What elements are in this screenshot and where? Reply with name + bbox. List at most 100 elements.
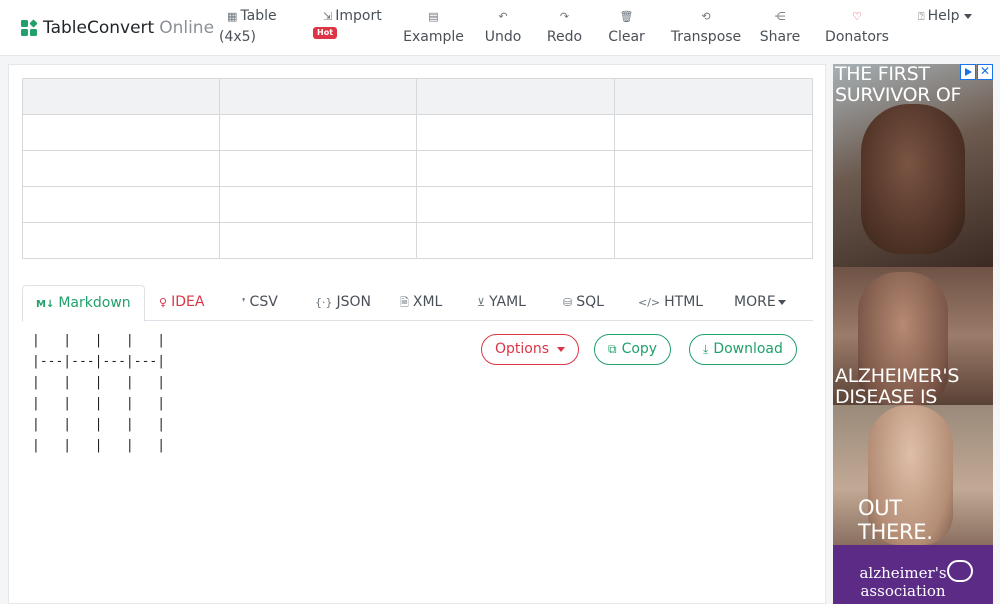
brand-logo[interactable]: TableConvert Online bbox=[21, 17, 214, 39]
options-button[interactable]: Options bbox=[481, 334, 580, 365]
nav-help-dropdown[interactable]: ⍰ Help bbox=[918, 6, 972, 27]
table-header-cell[interactable] bbox=[416, 78, 615, 115]
tab-markdown[interactable]: M↓ Markdown bbox=[22, 285, 145, 322]
tab-idea-label: IDEA bbox=[171, 294, 205, 310]
database-icon: ⛁ bbox=[563, 296, 573, 309]
output-line: |---|---|---|---| bbox=[32, 354, 166, 369]
table-cell[interactable] bbox=[22, 114, 220, 151]
tab-csv[interactable]: ❜ CSV bbox=[242, 285, 278, 321]
output-line: | | | | | bbox=[32, 396, 166, 411]
copy-label: Copy bbox=[621, 341, 658, 357]
table-header-row bbox=[22, 78, 813, 115]
nav-help-label: Help bbox=[927, 8, 960, 24]
download-icon: ⤓ bbox=[703, 342, 709, 356]
table-row bbox=[22, 186, 813, 223]
nav-table[interactable]: ▦ Table (4x5) bbox=[219, 6, 277, 48]
tab-xml[interactable]: 🗎 XML bbox=[400, 285, 442, 321]
main-card: M↓ Markdown ♀ IDEA ❜ CSV {·} JSON 🗎 XML ⊻ YAML… bbox=[8, 64, 826, 604]
table-editor bbox=[22, 78, 813, 259]
nav-transpose-label: Transpose bbox=[670, 29, 742, 45]
table-cell[interactable] bbox=[614, 150, 813, 187]
ad-banner[interactable]: THE FIRST SURVIVOR OF ALZHEIMER'S DISEAS… bbox=[833, 64, 993, 604]
table-cell[interactable] bbox=[22, 150, 220, 187]
tab-idea[interactable]: ♀ IDEA bbox=[159, 285, 204, 321]
tab-sql-label: SQL bbox=[576, 294, 604, 310]
table-cell[interactable] bbox=[614, 114, 813, 151]
nav-clear[interactable]: 🗑 Clear bbox=[607, 6, 646, 48]
transpose-icon: ⟲ bbox=[701, 10, 711, 23]
code-icon: </> bbox=[638, 296, 661, 309]
copy-button[interactable]: ⧉ Copy bbox=[594, 334, 672, 365]
table-cell[interactable] bbox=[416, 186, 615, 223]
table-cell[interactable] bbox=[219, 186, 417, 223]
table-header-cell[interactable] bbox=[22, 78, 220, 115]
nav-redo-label: Redo bbox=[546, 29, 583, 45]
nav-import-label: Import bbox=[335, 8, 382, 24]
table-row bbox=[22, 222, 813, 259]
table-cell[interactable] bbox=[22, 186, 220, 223]
ad-brand-name: alzheimer's association bbox=[859, 564, 947, 600]
csv-icon: ❜ bbox=[242, 296, 246, 309]
table-cell[interactable] bbox=[416, 114, 615, 151]
nav-donators[interactable]: ♡ Donators bbox=[824, 6, 890, 48]
nav-redo[interactable]: ↷ Redo bbox=[546, 6, 583, 48]
nav-share[interactable]: ⋲ Share bbox=[759, 6, 801, 48]
nav-transpose[interactable]: ⟲ Transpose bbox=[670, 6, 742, 48]
options-label: Options bbox=[495, 341, 550, 357]
table-cell[interactable] bbox=[614, 186, 813, 223]
tab-json[interactable]: {·} JSON bbox=[315, 285, 371, 321]
tab-yaml[interactable]: ⊻ YAML bbox=[477, 285, 526, 321]
table-cell[interactable] bbox=[416, 222, 615, 259]
table-cell[interactable] bbox=[219, 150, 417, 187]
tab-markdown-label: Markdown bbox=[58, 295, 131, 311]
copy-icon: ⧉ bbox=[608, 342, 617, 356]
tab-json-label: JSON bbox=[336, 294, 372, 310]
ad-headline-2: ALZHEIMER'S DISEASE IS bbox=[835, 365, 960, 408]
heart-icon: ♡ bbox=[852, 10, 862, 23]
brand-sub: Online bbox=[159, 18, 215, 38]
output-line: | | | | | bbox=[32, 375, 166, 390]
nav-table-label: Table bbox=[240, 8, 277, 24]
tab-html-label: HTML bbox=[664, 294, 704, 310]
table-header-cell[interactable] bbox=[614, 78, 813, 115]
output-line: | | | | | bbox=[32, 333, 166, 348]
trash-icon: 🗑 bbox=[619, 10, 634, 23]
lightbulb-icon: ♀ bbox=[159, 296, 168, 309]
table-cell[interactable] bbox=[416, 150, 615, 187]
help-icon: ⍰ bbox=[918, 10, 925, 23]
undo-icon: ↶ bbox=[498, 10, 508, 23]
download-button[interactable]: ⤓ Download bbox=[689, 334, 797, 365]
json-icon: {·} bbox=[315, 296, 333, 309]
alzheimers-logo-icon bbox=[947, 560, 973, 582]
tab-csv-label: CSV bbox=[249, 294, 278, 310]
xml-icon: 🗎 bbox=[400, 296, 409, 309]
share-icon: ⋲ bbox=[774, 10, 786, 23]
table-cell[interactable] bbox=[614, 222, 813, 259]
table-header-cell[interactable] bbox=[219, 78, 417, 115]
nav-undo[interactable]: ↶ Undo bbox=[484, 6, 522, 48]
table-cell[interactable] bbox=[22, 222, 220, 259]
markdown-icon: M↓ bbox=[36, 299, 55, 310]
example-icon: ▤ bbox=[428, 10, 439, 23]
nav-clear-label: Clear bbox=[608, 29, 645, 45]
adchoices-icon[interactable] bbox=[960, 64, 976, 80]
tableconvert-logo-icon bbox=[21, 19, 38, 36]
markdown-output[interactable]: | | | | | |---|---|---|---| | | | | | | | |… bbox=[32, 330, 165, 456]
nav-table-size: (4x5) bbox=[219, 29, 257, 45]
table-cell[interactable] bbox=[219, 222, 417, 259]
yaml-icon: ⊻ bbox=[477, 296, 486, 309]
brand-name: TableConvert bbox=[43, 18, 155, 38]
tab-html[interactable]: </> HTML bbox=[638, 285, 703, 321]
hot-badge: Hot bbox=[313, 27, 338, 39]
close-icon[interactable]: ✕ bbox=[977, 64, 993, 80]
nav-undo-label: Undo bbox=[484, 29, 522, 45]
table-cell[interactable] bbox=[219, 114, 417, 151]
nav-example[interactable]: ▤ Example bbox=[403, 6, 464, 48]
output-line: | | | | | bbox=[32, 438, 166, 453]
tab-more-dropdown[interactable]: MORE bbox=[734, 285, 786, 321]
download-label: Download bbox=[713, 341, 783, 357]
tab-sql[interactable]: ⛁ SQL bbox=[563, 285, 604, 321]
nav-share-label: Share bbox=[759, 29, 801, 45]
nav-donators-label: Donators bbox=[825, 29, 889, 45]
nav-import[interactable]: ⇲ Import bbox=[323, 6, 382, 27]
